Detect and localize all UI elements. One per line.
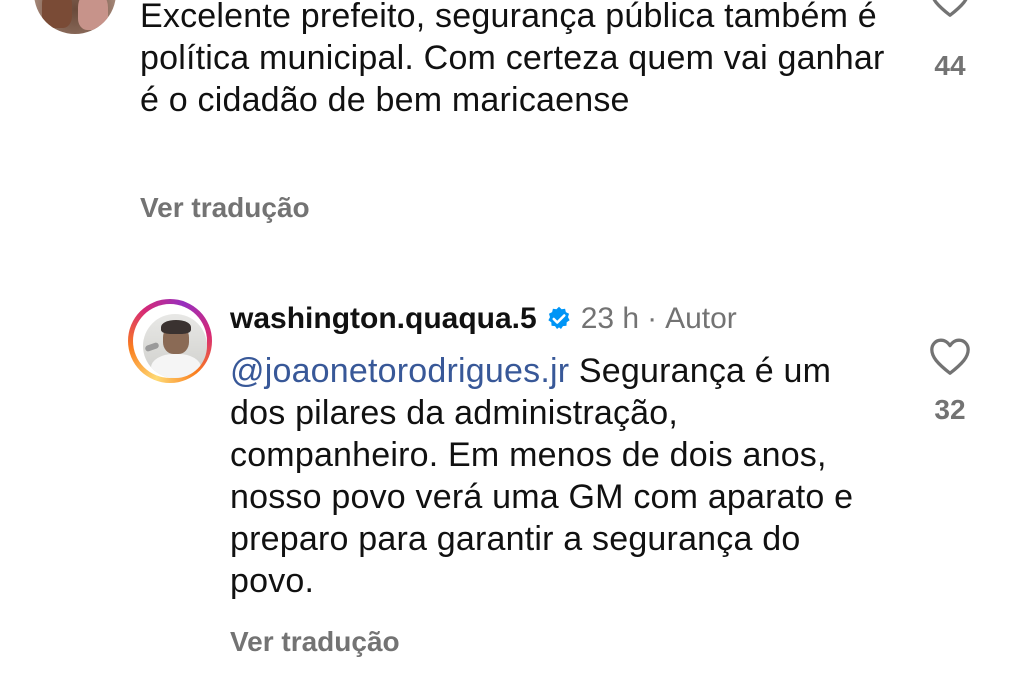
comments-page: Excelente prefeito, segurança pública ta…	[0, 0, 1024, 673]
avatar[interactable]	[34, 0, 116, 34]
avatar-photo-microphone	[144, 341, 160, 353]
mention-link[interactable]: @joaonetorodrigues.jr	[230, 352, 569, 390]
author-label: Autor	[665, 302, 737, 335]
see-translation-link[interactable]: Ver tradução	[140, 192, 310, 224]
verified-badge-icon	[548, 306, 570, 330]
comment-text: Excelente prefeito, segurança pública ta…	[140, 0, 885, 119]
story-ring-gap	[133, 304, 207, 378]
comment-text: @joaonetorodrigues.jr Segurança é um dos…	[230, 350, 890, 602]
username[interactable]: washington.quaqua.5	[230, 302, 537, 336]
like-control: 44	[920, 0, 980, 82]
comment-header: washington.quaqua.5 23 h · Autor	[230, 302, 737, 336]
avatar-photo-hair	[161, 320, 191, 334]
heart-outline-icon[interactable]	[928, 336, 972, 376]
see-translation-link[interactable]: Ver tradução	[230, 626, 400, 658]
avatar[interactable]	[143, 314, 207, 378]
avatar-photo-shirt	[151, 354, 201, 378]
like-control: 32	[920, 336, 980, 426]
separator-dot: ·	[647, 302, 658, 335]
heart-outline-icon[interactable]	[928, 0, 972, 18]
avatar-photo-person	[78, 0, 108, 30]
story-ring[interactable]	[128, 299, 212, 383]
avatar-photo-person	[42, 0, 72, 28]
like-count: 32	[934, 394, 966, 425]
like-count: 44	[934, 50, 966, 81]
comment-time: 23 h	[580, 302, 640, 335]
